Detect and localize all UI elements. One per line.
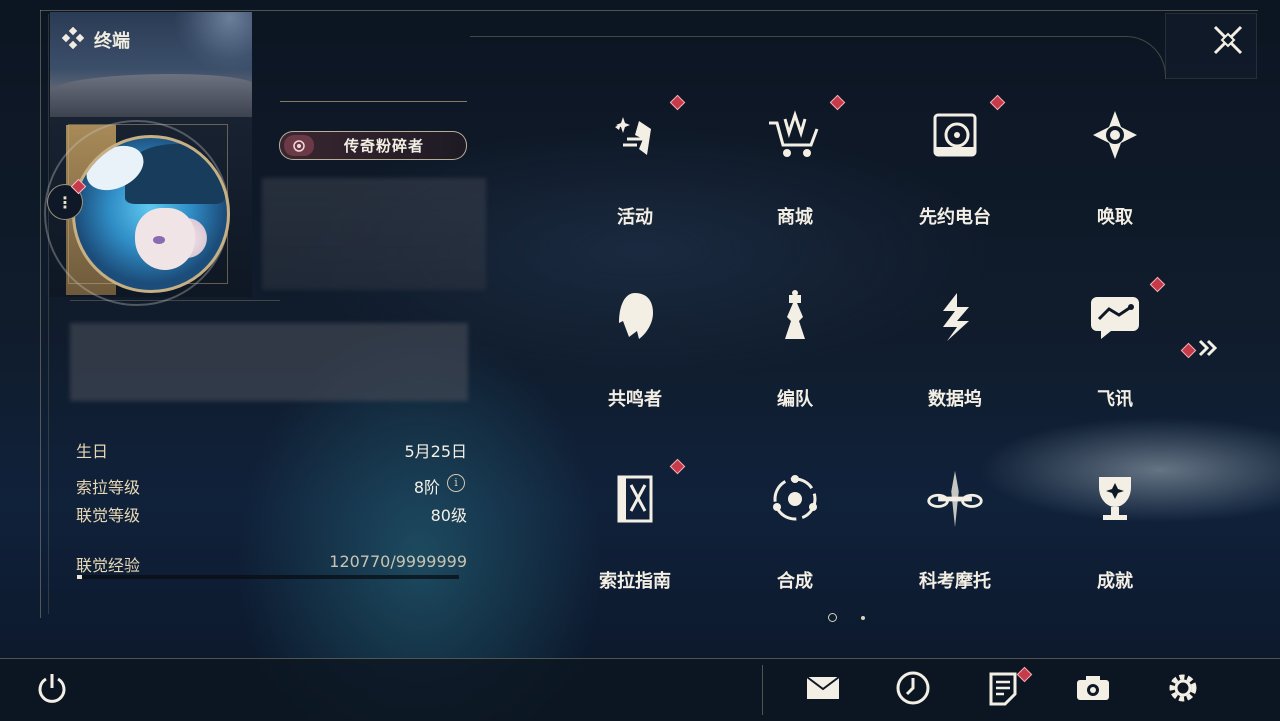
menu-item-label: 科考摩托 (919, 571, 991, 592)
menu-item-achievements[interactable]: 成就 (1040, 449, 1190, 609)
birthday-value: 5月25日 (404, 442, 467, 461)
menu-item-synthesis[interactable]: 合成 (720, 449, 870, 609)
guide-icon (605, 469, 665, 529)
menu-item-label: 活动 (617, 207, 653, 228)
union-exp-value: 120770/9999999 (329, 552, 467, 571)
menu-item-data-bank[interactable]: 数据坞 (880, 267, 1030, 427)
motorcycle-icon (925, 469, 985, 529)
player-title-badge[interactable]: 传奇粉碎者 (279, 131, 467, 160)
menu-grid: 活动 商城 先约电台 唤取 共鸣者 编队 数据坞 飞讯 索拉指南 合成 科考摩托… (560, 85, 1200, 625)
menu-item-label: 成就 (1097, 571, 1133, 592)
menu-item-label: 唤取 (1097, 207, 1133, 228)
notification-dot (669, 94, 686, 111)
terminal-header: 终端 (61, 26, 130, 53)
sol-rank-label: 索拉等级 (76, 478, 141, 497)
player-name-redacted (262, 178, 486, 290)
menu-item-label: 商城 (777, 207, 813, 228)
more-vertical-icon: ⋮ (57, 192, 73, 212)
notice-icon (987, 670, 1019, 710)
frame-line-top (40, 10, 1258, 11)
settings-button[interactable] (1161, 668, 1205, 712)
data-bank-icon (925, 287, 985, 347)
notification-dot (829, 94, 846, 111)
menu-item-shop[interactable]: 商城 (720, 85, 870, 245)
frame-curve (470, 36, 1166, 79)
info-icon[interactable]: i (447, 474, 465, 492)
achievement-icon (1085, 469, 1145, 529)
message-icon (1085, 287, 1145, 347)
menu-item-messages[interactable]: 飞讯 (1040, 267, 1190, 427)
double-chevron-right-icon (1197, 338, 1219, 362)
frame-line-left (40, 10, 41, 618)
divider-line (280, 101, 467, 102)
menu-item-team[interactable]: 编队 (720, 267, 870, 427)
emblem-icon (284, 135, 314, 156)
next-page-button[interactable] (1180, 338, 1219, 362)
menu-item-motorcycle[interactable]: 科考摩托 (880, 449, 1030, 609)
clock-button[interactable] (891, 668, 935, 712)
union-level-label: 联觉等级 (76, 506, 141, 525)
bottom-bar-divider (762, 665, 763, 715)
gear-icon (1165, 670, 1201, 710)
mail-icon (804, 673, 842, 707)
camera-button[interactable] (1071, 668, 1115, 712)
menu-item-resonators[interactable]: 共鸣者 (560, 267, 710, 427)
clock-icon (895, 670, 931, 710)
power-icon (35, 671, 69, 709)
menu-item-label: 数据坞 (928, 389, 982, 410)
page-dot-active[interactable] (828, 613, 837, 622)
convene-icon (1085, 105, 1145, 165)
menu-item-label: 合成 (777, 571, 813, 592)
menu-item-label: 共鸣者 (608, 389, 662, 410)
notification-dot (989, 94, 1006, 111)
menu-item-label: 先约电台 (919, 207, 991, 228)
avatar[interactable] (72, 135, 230, 293)
menu-item-label: 飞讯 (1097, 389, 1133, 410)
close-button[interactable] (1208, 22, 1248, 62)
camera-icon (1074, 672, 1112, 708)
menu-item-convene[interactable]: 唤取 (1040, 85, 1190, 245)
synthesis-icon (765, 469, 825, 529)
terminal-icon (61, 26, 85, 53)
team-icon (765, 287, 825, 347)
notification-dot (669, 458, 686, 475)
notification-dot (1180, 342, 1197, 358)
player-title-label: 传奇粉碎者 (344, 137, 425, 155)
union-level-value: 80级 (430, 506, 467, 525)
menu-item-guide[interactable]: 索拉指南 (560, 449, 710, 609)
menu-item-events[interactable]: 活动 (560, 85, 710, 245)
divider-line-small (70, 300, 280, 301)
union-exp-label: 联觉经验 (76, 556, 141, 575)
page-title: 终端 (94, 31, 130, 52)
signature-redacted[interactable] (70, 323, 468, 401)
sol-rank-value: 8阶 (413, 478, 440, 497)
resonator-icon (605, 287, 665, 347)
shop-icon (765, 105, 825, 165)
events-icon (605, 105, 665, 165)
birthday-label: 生日 (76, 442, 109, 461)
menu-item-label: 编队 (777, 389, 813, 410)
power-button[interactable] (30, 668, 74, 712)
close-icon (1211, 23, 1245, 61)
notification-dot (1149, 276, 1166, 293)
radio-icon (925, 105, 985, 165)
page-indicator (828, 613, 865, 622)
menu-item-radio[interactable]: 先约电台 (880, 85, 1030, 245)
frame-line-left-inner (48, 14, 49, 614)
menu-item-label: 索拉指南 (599, 571, 671, 592)
union-exp-progress (77, 575, 459, 579)
page-dot[interactable] (861, 616, 865, 620)
mail-button[interactable] (801, 668, 845, 712)
